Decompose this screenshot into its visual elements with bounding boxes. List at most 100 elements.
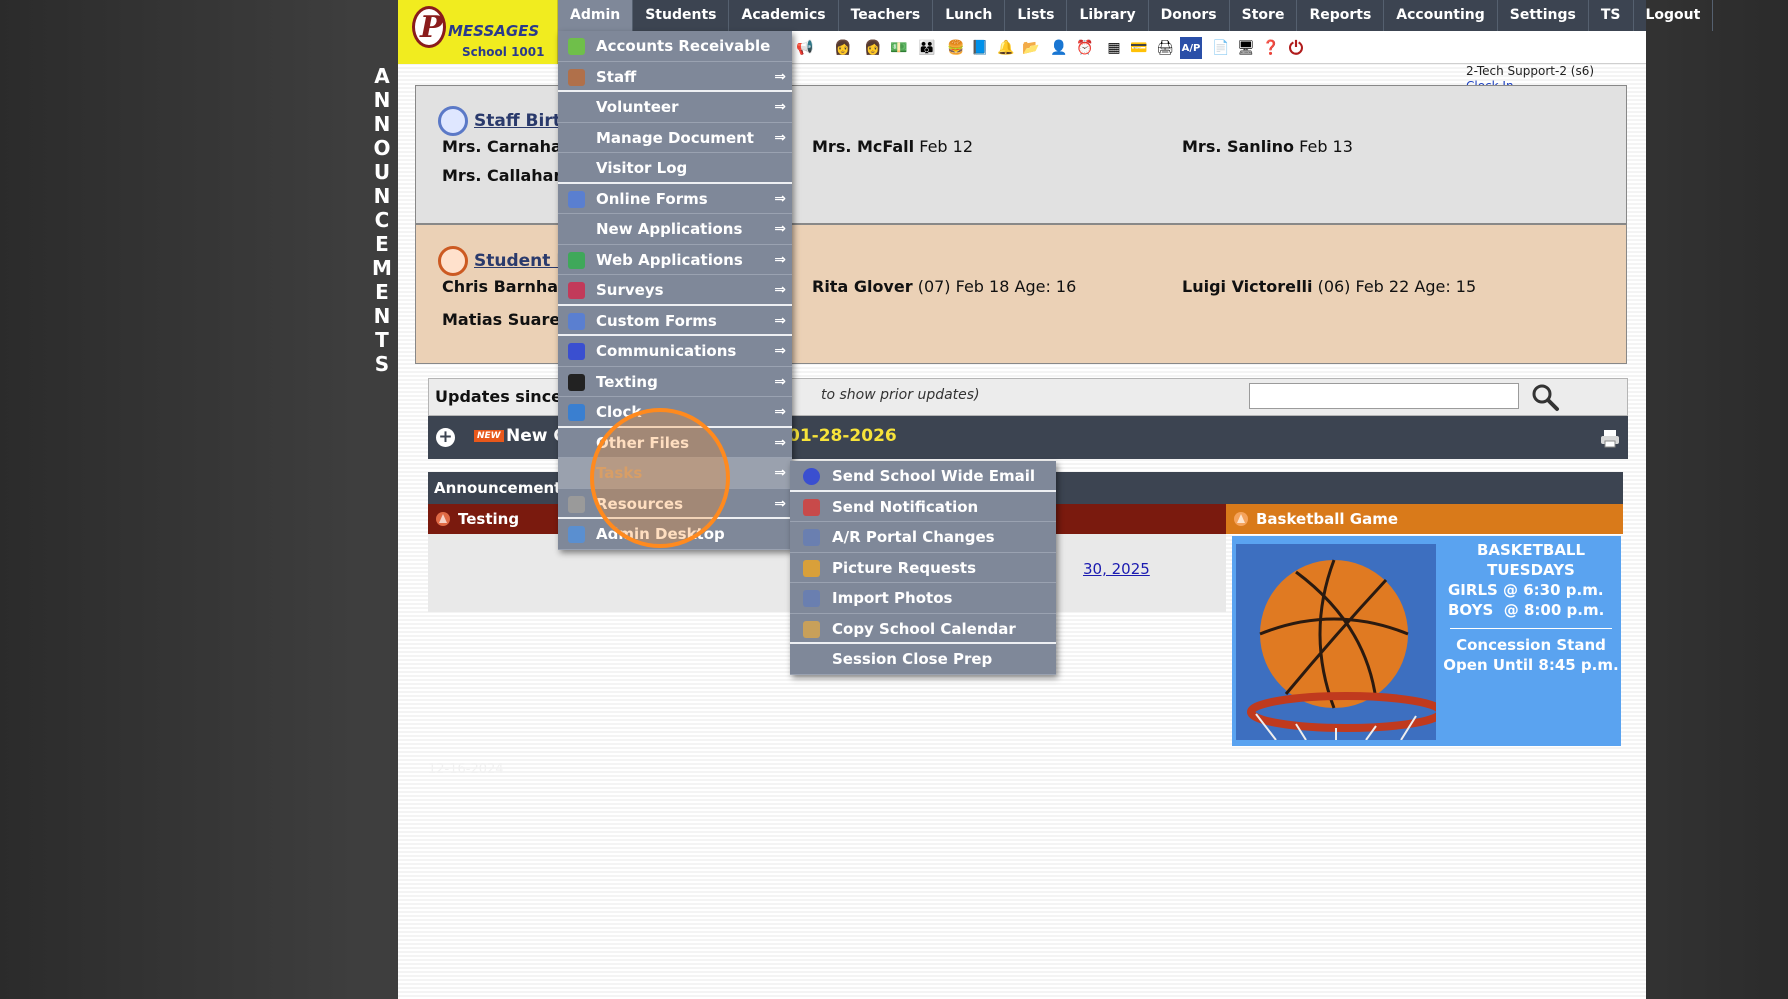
family-icon[interactable]: 👪 (916, 37, 938, 59)
menu-item-label: Communications (596, 342, 737, 360)
help-icon[interactable]: ❓ (1260, 37, 1282, 59)
staff-birthday-entry: Mrs. Sanlino Feb 13 (1182, 137, 1353, 156)
submenu-item-label: Import Photos (832, 589, 953, 607)
nav-item-admin[interactable]: Admin (558, 0, 634, 31)
menu-item-tasks[interactable]: Tasks ⇒ (558, 458, 792, 489)
menu-item-texting[interactable]: Texting ⇒ (558, 367, 792, 397)
announcements-vertical-label: ANNOUNCEMENTS (370, 64, 394, 376)
submenu-item-picture-requests[interactable]: Picture Requests (790, 553, 1056, 583)
nav-item-reports[interactable]: Reports (1297, 0, 1385, 31)
nav-item-academics[interactable]: Academics (729, 0, 839, 31)
updates-date: 01-28-2026 (788, 426, 897, 446)
lunch-icon[interactable]: 🍔 (945, 37, 967, 59)
menu-item-other-files[interactable]: Other Files ⇒ (558, 428, 792, 458)
nav-item-students[interactable]: Students (633, 0, 730, 31)
menu-item-communications[interactable]: Communications ⇒ (558, 336, 792, 367)
nav-item-accounting[interactable]: Accounting (1384, 0, 1498, 31)
menu-item-visitor-log[interactable]: Visitor Log (558, 153, 792, 184)
basketball-line: GIRLS @ 6:30 p.m. (1448, 581, 1604, 599)
megaphone-icon[interactable]: 📢 (794, 37, 816, 59)
announcement-letter: T (375, 328, 389, 352)
staff-icon[interactable]: 👩 (832, 37, 854, 59)
basketball-image (1236, 544, 1436, 740)
announcement-letter: E (375, 232, 389, 256)
student-birthdays-title[interactable]: Student B (438, 246, 569, 276)
nav-item-settings[interactable]: Settings (1498, 0, 1589, 31)
nav-item-lunch[interactable]: Lunch (933, 0, 1006, 31)
menu-item-admin-desktop[interactable]: Admin Desktop (558, 519, 792, 550)
school-logo[interactable]: P MESSAGES School 1001 (398, 0, 558, 64)
nav-item-teachers[interactable]: Teachers (839, 0, 934, 31)
expand-icon[interactable]: + (436, 428, 455, 447)
menu-item-web-applications[interactable]: Web Applications ⇒ (558, 245, 792, 275)
html-icon (568, 312, 585, 330)
book-icon[interactable]: 📘 (969, 37, 991, 59)
menu-item-staff[interactable]: Staff ⇒ (558, 62, 792, 92)
submenu-item-send-school-wide-email[interactable]: Send School Wide Email (790, 461, 1056, 492)
power-icon[interactable]: ⏻ (1285, 37, 1307, 59)
menu-item-label: Admin Desktop (596, 525, 725, 543)
print-icon[interactable] (1600, 428, 1620, 448)
submenu-item-session-close-prep[interactable]: Session Close Prep (790, 644, 1056, 675)
menu-item-label: Accounts Receivable (596, 37, 771, 55)
phone-icon (568, 373, 585, 391)
clock-icon (568, 404, 585, 421)
grid-icon[interactable]: ▦ (1103, 37, 1125, 59)
menu-item-new-applications[interactable]: New Applications ⇒ (558, 214, 792, 245)
staff-birthdays-title[interactable]: Staff Birt (438, 106, 561, 136)
menu-item-resources[interactable]: Resources ⇒ (558, 489, 792, 519)
submenu-arrow-icon: ⇒ (774, 465, 786, 481)
card-icon[interactable]: 💳 (1128, 37, 1150, 59)
survey-icon (568, 282, 585, 299)
pdf-icon[interactable]: 📄 (1210, 37, 1232, 59)
search-input[interactable] (1249, 383, 1519, 409)
submenu-arrow-icon: ⇒ (774, 312, 786, 329)
notification-icon (803, 498, 820, 516)
announcement-card-basketball[interactable]: Basketball Game (1226, 504, 1623, 534)
nav-item-logout[interactable]: Logout (1634, 0, 1714, 31)
basketball-text: BASKETBALL TUESDAYS GIRLS @ 6:30 p.m. BO… (1442, 540, 1620, 675)
register-icon[interactable]: 🖥 (1235, 37, 1257, 59)
menu-item-volunteer[interactable]: Volunteer ⇒ (558, 92, 792, 123)
announcements-header-label: Announcements (434, 479, 571, 497)
submenu-item-label: Send Notification (832, 497, 979, 516)
nav-item-lists[interactable]: Lists (1005, 0, 1068, 31)
menu-item-online-forms[interactable]: Online Forms ⇒ (558, 184, 792, 214)
menu-item-label: Staff (596, 67, 637, 86)
faded-date: 12-16-2024 (428, 762, 504, 777)
submenu-item-label: Session Close Prep (832, 650, 993, 668)
student-birthday-entry: Chris Barnhar (442, 277, 566, 296)
submenu-item-a-r-portal-changes[interactable]: A/R Portal Changes (790, 522, 1056, 553)
submenu-item-label: Copy School Calendar (832, 619, 1016, 638)
new-updates-label[interactable]: New C (506, 426, 566, 446)
money-icon[interactable]: 💵 (888, 37, 910, 59)
ap-icon[interactable]: A/P (1180, 37, 1202, 59)
announcement-link[interactable]: 30, 2025 (1083, 560, 1150, 578)
menu-item-label: Online Forms (596, 189, 708, 208)
menu-item-manage-document[interactable]: Manage Document ⇒ (558, 123, 792, 153)
menu-item-custom-forms[interactable]: Custom Forms ⇒ (558, 306, 792, 336)
menu-item-label: Clock (596, 403, 642, 421)
printer-icon[interactable]: 🖨 (1154, 37, 1176, 59)
submenu-arrow-icon: ⇒ (774, 221, 786, 237)
menu-item-accounts-receivable[interactable]: Accounts Receivable (558, 31, 792, 62)
nav-item-library[interactable]: Library (1067, 0, 1149, 31)
person-icon[interactable]: 👤 (1048, 37, 1070, 59)
transfer-icon[interactable]: 📂 (1020, 37, 1042, 59)
search-icon[interactable] (1530, 382, 1560, 412)
teacher-icon[interactable]: 👩 (862, 37, 884, 59)
submenu-arrow-icon: ⇒ (774, 99, 786, 115)
submenu-item-import-photos[interactable]: Import Photos (790, 583, 1056, 614)
submenu-item-send-notification[interactable]: Send Notification (790, 492, 1056, 522)
desktop-icon (568, 526, 585, 543)
submenu-item-copy-school-calendar[interactable]: Copy School Calendar (790, 614, 1056, 644)
alarm-icon[interactable]: ⏰ (1074, 37, 1096, 59)
nav-item-store[interactable]: Store (1230, 0, 1298, 31)
at-icon (568, 343, 585, 360)
menu-item-clock[interactable]: Clock ⇒ (558, 397, 792, 428)
bell-icon[interactable]: 🔔 (995, 37, 1017, 59)
logo-school: School 1001 (462, 45, 545, 59)
nav-item-ts[interactable]: TS (1589, 0, 1634, 31)
menu-item-surveys[interactable]: Surveys ⇒ (558, 275, 792, 306)
nav-item-donors[interactable]: Donors (1149, 0, 1230, 31)
